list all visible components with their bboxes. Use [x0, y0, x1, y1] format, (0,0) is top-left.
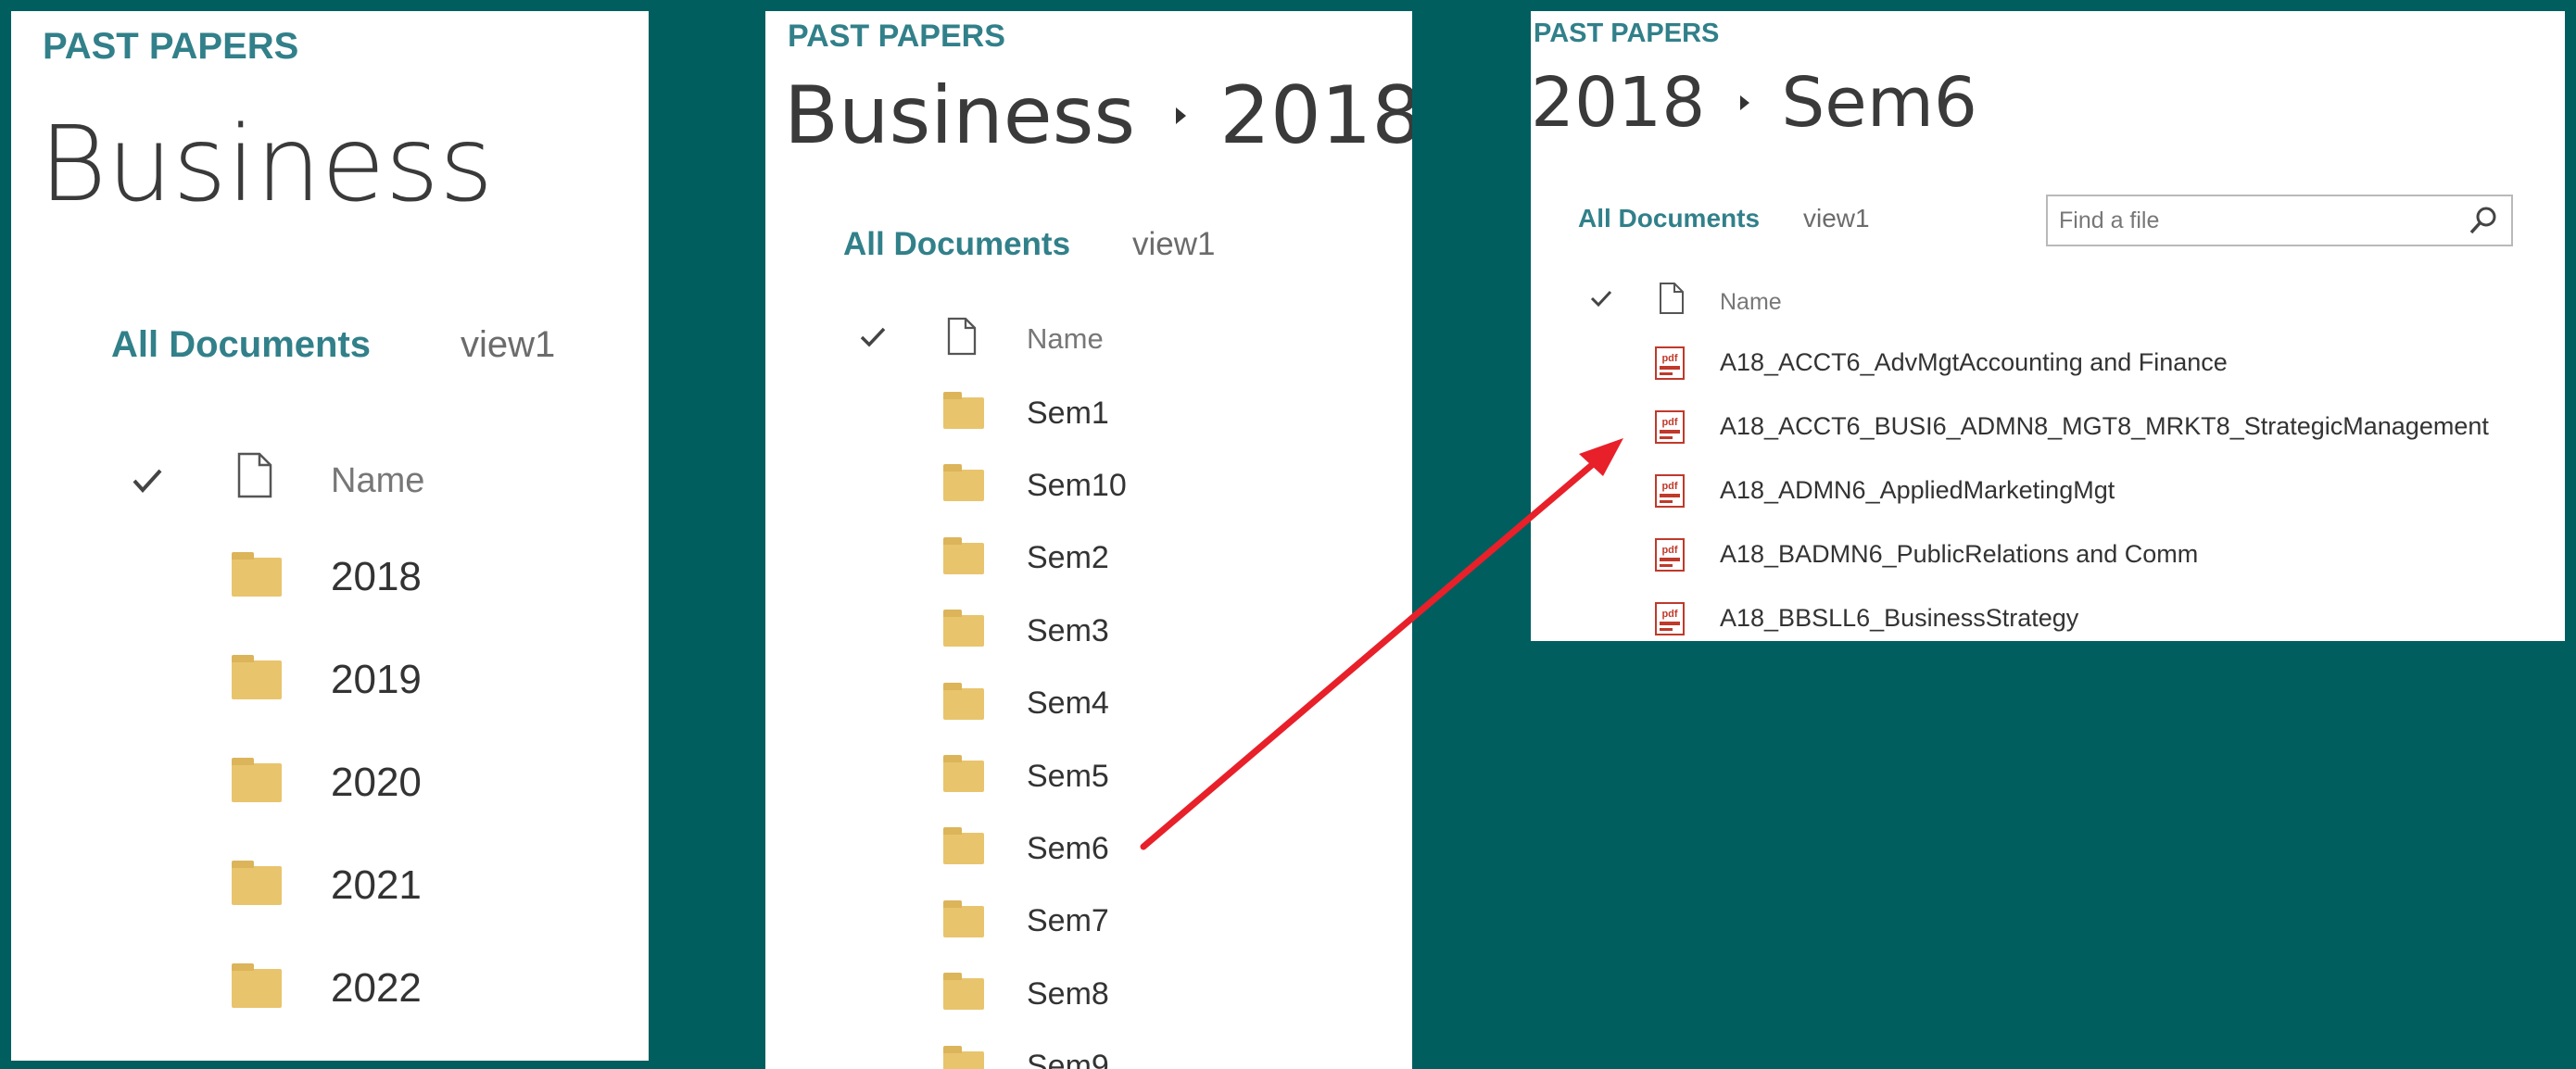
navigation-arrow-icon [1140, 438, 1623, 850]
